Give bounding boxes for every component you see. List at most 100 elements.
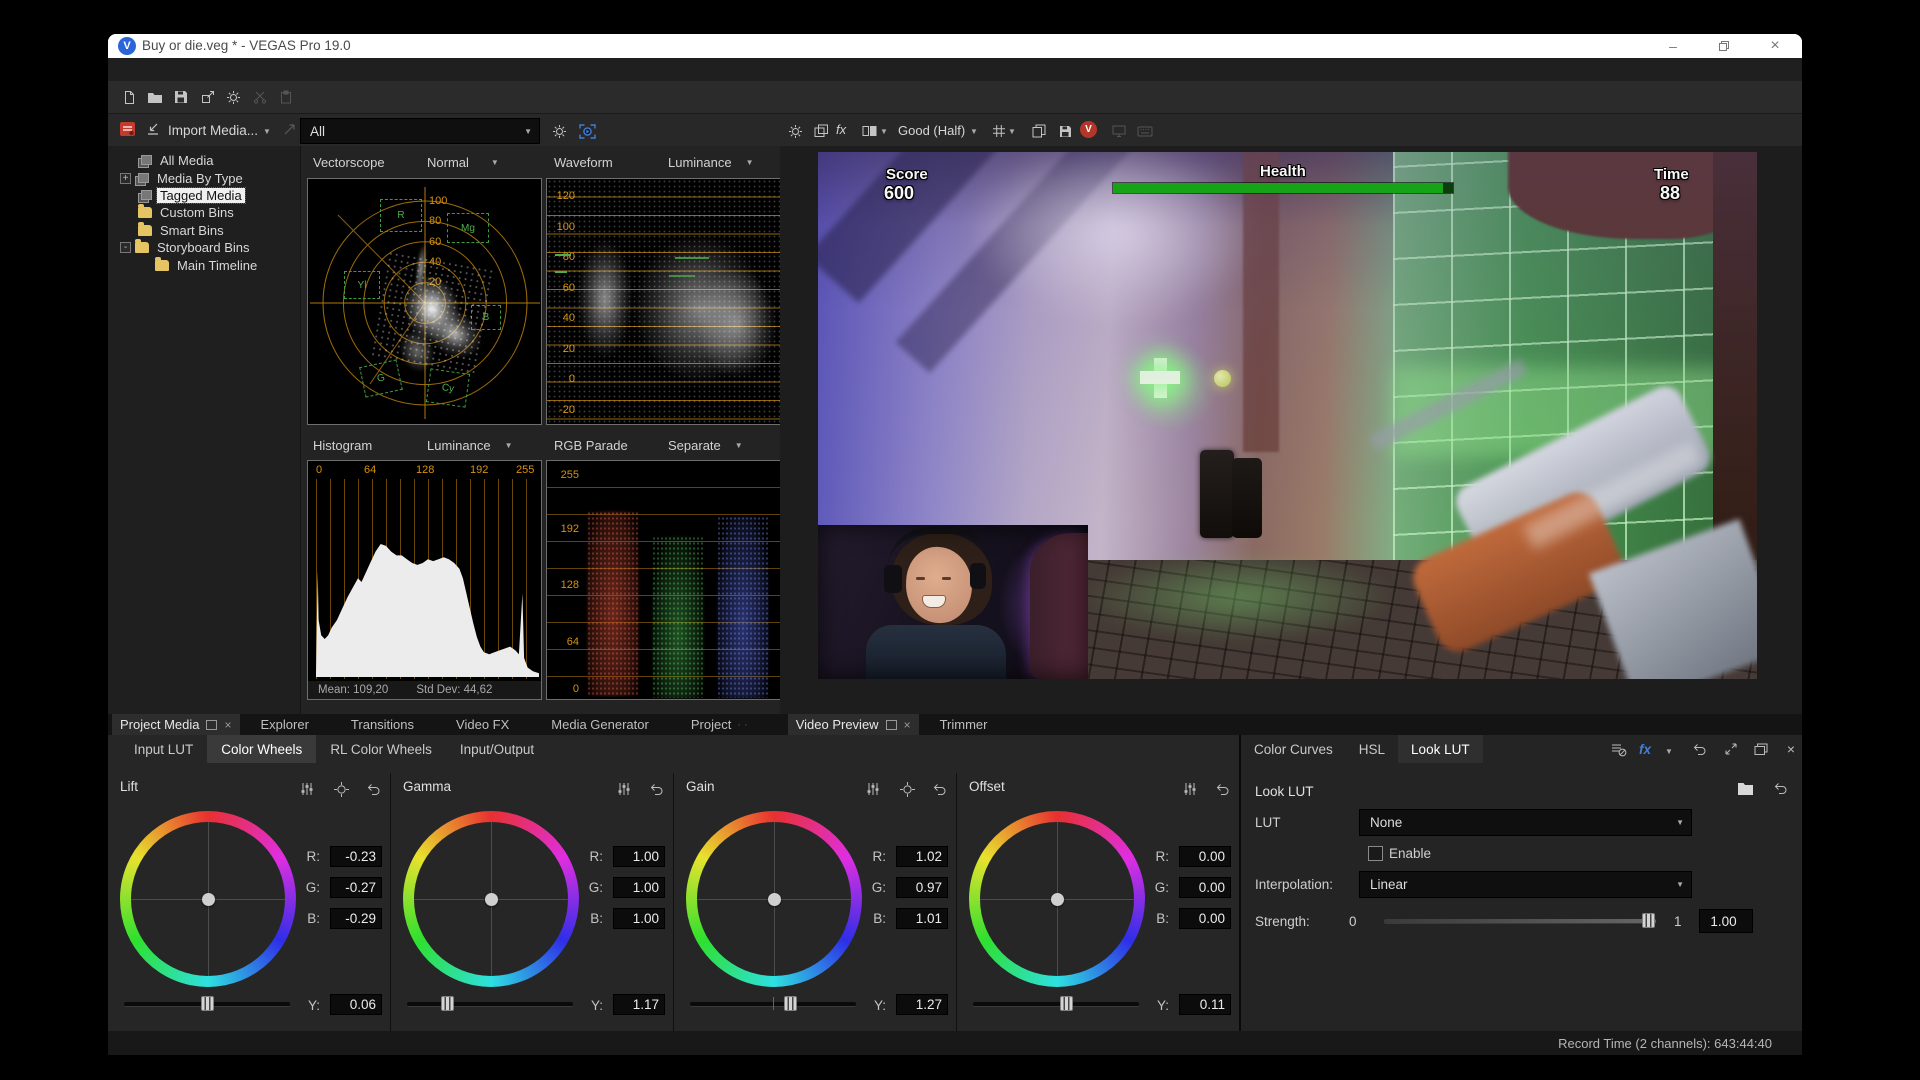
tab-project[interactable]: Project: [670, 714, 731, 735]
tab-hsl[interactable]: HSL: [1346, 735, 1398, 763]
b-value[interactable]: 0.00: [1179, 908, 1231, 929]
color-wheel[interactable]: [686, 811, 862, 987]
tree-item-media-by-type[interactable]: + Media By Type: [120, 170, 246, 187]
media-manager-icon[interactable]: [120, 122, 136, 137]
collapse-toggle-icon[interactable]: -: [120, 242, 131, 253]
histogram-mode-select[interactable]: Luminance▼: [427, 431, 513, 459]
expand-icon[interactable]: [1721, 741, 1741, 757]
sliders-icon[interactable]: [615, 781, 633, 797]
save-snapshot-button[interactable]: [1054, 120, 1076, 142]
waveform-mode-select[interactable]: Luminance▼: [668, 146, 754, 178]
preview-settings-button[interactable]: [784, 120, 806, 142]
y-slider[interactable]: [124, 1002, 290, 1007]
tree-item-storyboard-bins[interactable]: - Storyboard Bins: [120, 239, 253, 256]
tab-color-curves[interactable]: Color Curves: [1241, 735, 1346, 763]
slider-handle[interactable]: [201, 996, 214, 1011]
capture-badge-icon[interactable]: V: [1080, 121, 1097, 138]
tab-video-preview[interactable]: Video Preview ×: [788, 714, 919, 735]
split-caret-icon[interactable]: ▼: [880, 127, 888, 136]
target-icon[interactable]: [332, 781, 350, 797]
grid-caret-icon[interactable]: ▼: [1008, 127, 1016, 136]
settings-button[interactable]: [222, 86, 244, 108]
save-project-button[interactable]: [170, 86, 192, 108]
y-slider[interactable]: [973, 1002, 1139, 1007]
snapshot-button[interactable]: [810, 120, 832, 142]
color-wheel[interactable]: [969, 811, 1145, 987]
grid-overlay-button[interactable]: [988, 120, 1010, 142]
slider-handle[interactable]: [441, 996, 454, 1011]
y-value[interactable]: 0.11: [1179, 994, 1231, 1015]
tab-input-lut[interactable]: Input LUT: [120, 735, 207, 763]
target-icon[interactable]: [898, 781, 916, 797]
import-media-caret-icon[interactable]: ▼: [263, 127, 271, 136]
fx-caret-icon[interactable]: ▼: [1665, 747, 1673, 756]
scope-preset-select[interactable]: All ▼: [300, 118, 540, 144]
y-value[interactable]: 0.06: [330, 994, 382, 1015]
y-slider[interactable]: [407, 1002, 573, 1007]
vectorscope-mode-select[interactable]: Normal▼: [427, 146, 499, 178]
wheel-handle[interactable]: [768, 893, 781, 906]
restore-button[interactable]: [1707, 34, 1741, 58]
tree-item-all-media[interactable]: All Media: [138, 152, 216, 169]
external-monitor-button[interactable]: [1108, 120, 1130, 142]
project-properties-button[interactable]: [197, 86, 219, 108]
bypass-fx-icon[interactable]: [1609, 741, 1629, 757]
tab-look-lut[interactable]: Look LUT: [1398, 735, 1483, 763]
import-media-button[interactable]: Import Media...: [168, 123, 258, 138]
interpolation-select[interactable]: Linear ▼: [1359, 871, 1692, 898]
r-value[interactable]: -0.23: [330, 846, 382, 867]
strength-value[interactable]: 1.00: [1699, 909, 1753, 933]
y-slider[interactable]: [690, 1002, 856, 1007]
tab-trimmer[interactable]: Trimmer: [919, 714, 1009, 735]
keyboard-button[interactable]: [1134, 120, 1156, 142]
open-project-button[interactable]: [144, 86, 166, 108]
tab-color-wheels[interactable]: Color Wheels: [207, 735, 316, 763]
g-value[interactable]: 0.00: [1179, 877, 1231, 898]
r-value[interactable]: 1.00: [613, 846, 665, 867]
split-screen-button[interactable]: [858, 120, 880, 142]
expand-toggle-icon[interactable]: +: [120, 173, 131, 184]
new-project-button[interactable]: [118, 86, 140, 108]
strength-slider[interactable]: [1384, 919, 1656, 924]
tab-media-generator[interactable]: Media Generator: [530, 714, 670, 735]
tab-explorer[interactable]: Explorer: [240, 714, 330, 735]
lut-select[interactable]: None ▼: [1359, 809, 1692, 836]
tab-input-output[interactable]: Input/Output: [446, 735, 548, 763]
close-button[interactable]: ×: [1758, 34, 1792, 58]
y-value[interactable]: 1.17: [613, 994, 665, 1015]
tree-item-tagged-media[interactable]: Tagged Media: [138, 187, 245, 204]
paste-button[interactable]: [275, 86, 297, 108]
preview-quality-select[interactable]: Good (Half): [898, 123, 965, 138]
copy-frame-button[interactable]: [1028, 120, 1050, 142]
r-value[interactable]: 1.02: [896, 846, 948, 867]
tree-item-smart-bins[interactable]: Smart Bins: [138, 222, 227, 239]
wheel-handle[interactable]: [1051, 893, 1064, 906]
y-value[interactable]: 1.27: [896, 994, 948, 1015]
float-window-icon[interactable]: [1751, 741, 1771, 757]
color-wheel[interactable]: [120, 811, 296, 987]
tab-transitions[interactable]: Transitions: [330, 714, 435, 735]
tab-project-media[interactable]: Project Media ×: [112, 714, 240, 735]
undo-icon[interactable]: [930, 781, 948, 797]
update-scope-button[interactable]: [576, 120, 598, 142]
b-value[interactable]: -0.29: [330, 908, 382, 929]
close-panel-icon[interactable]: ×: [1781, 741, 1801, 757]
undo-icon[interactable]: [364, 781, 382, 797]
browse-lut-button[interactable]: [1737, 781, 1754, 795]
b-value[interactable]: 1.01: [896, 908, 948, 929]
color-wheel[interactable]: [403, 811, 579, 987]
b-value[interactable]: 1.00: [613, 908, 665, 929]
sliders-icon[interactable]: [864, 781, 882, 797]
import-arrow-icon[interactable]: [146, 123, 160, 136]
tab-rl-color-wheels[interactable]: RL Color Wheels: [316, 735, 446, 763]
minimize-button[interactable]: –: [1656, 34, 1690, 58]
pin-icon[interactable]: [206, 720, 217, 730]
tree-item-main-timeline[interactable]: Main Timeline: [155, 257, 260, 274]
g-value[interactable]: -0.27: [330, 877, 382, 898]
cut-button[interactable]: [249, 86, 271, 108]
undo-icon[interactable]: [1213, 781, 1231, 797]
quality-caret-icon[interactable]: ▼: [970, 127, 978, 136]
r-value[interactable]: 0.00: [1179, 846, 1231, 867]
close-tab-icon[interactable]: ×: [224, 718, 231, 732]
add-fx-icon[interactable]: fx: [1635, 741, 1655, 757]
